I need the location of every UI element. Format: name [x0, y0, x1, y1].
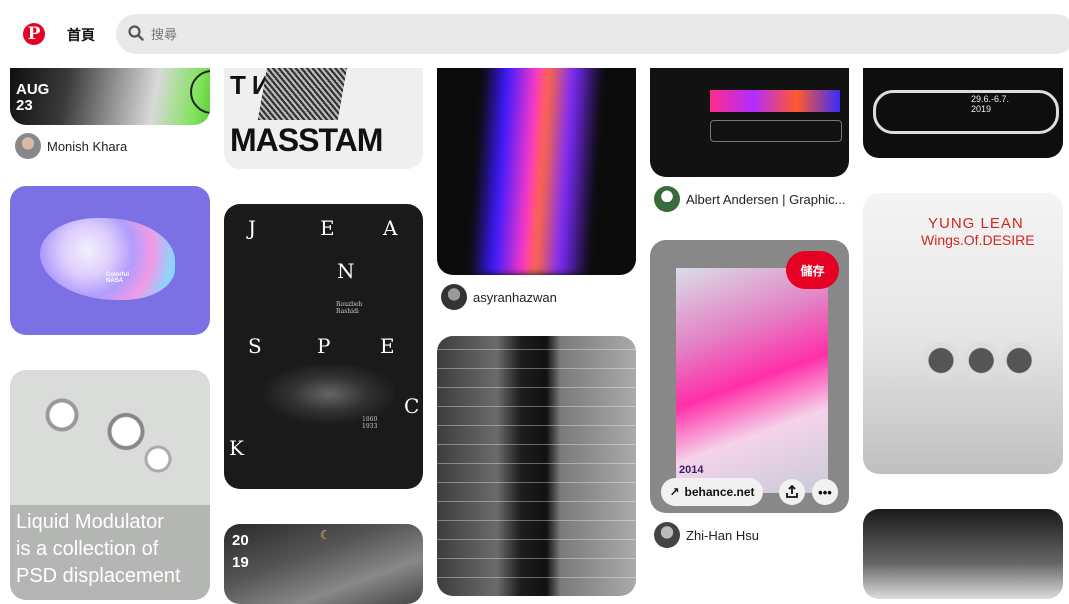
glass-bubbles — [30, 382, 190, 492]
search-input[interactable] — [149, 24, 753, 46]
avatar — [654, 522, 680, 548]
pin-yung-lean-title1: YUNG LEAN — [928, 215, 1024, 232]
pin-abppw-year: 2014 — [679, 464, 704, 476]
pin-yung-lean[interactable]: YUNG LEAN Wings.Of.DESIRE — [863, 193, 1063, 474]
avatar — [15, 133, 41, 159]
jeanspeck-letter: S — [248, 334, 262, 358]
pin-jeanspeck[interactable]: J E A N S P E C K Rouzbeh Rashidi 1860 1… — [224, 204, 423, 489]
pinterest-logo-icon[interactable]: P — [23, 23, 45, 45]
poster-sheet — [676, 268, 828, 493]
pin-aug-text: AUG 23 — [16, 81, 50, 114]
bubble-shape — [190, 70, 210, 114]
pin-yung-lean-title2: Wings.Of.DESIRE — [921, 232, 1035, 248]
jeanspeck-letter: K — [229, 436, 244, 460]
jeanspeck-letter: P — [317, 334, 331, 358]
author-name: Zhi-Han Hsu — [686, 527, 759, 543]
pin-neon-type[interactable] — [437, 40, 636, 275]
chrome-wave-shape — [873, 90, 1059, 134]
jeanspeck-letter: J — [248, 216, 257, 240]
chrome-lettering — [710, 120, 842, 142]
pin-credit[interactable]: Monish Khara — [15, 131, 127, 161]
pin-credit[interactable]: Albert Andersen | Graphic... — [654, 184, 845, 214]
jeanspeck-letter: N — [337, 259, 355, 283]
source-link-button[interactable]: ↗ behance.net — [661, 478, 763, 506]
pin-liquid-modulator[interactable]: Liquid Modulator is a collection of PSD … — [10, 370, 210, 600]
arrow-up-right-icon: ↗ — [669, 485, 680, 499]
pin-bw-abstract[interactable] — [437, 336, 636, 596]
holographic-blob — [40, 218, 175, 300]
pin-dark-bottom[interactable] — [863, 509, 1063, 599]
jeanspeck-names: Rouzbeh Rashidi — [336, 301, 363, 315]
scribble-lines — [437, 336, 636, 596]
pin-colorful-label: Colorful NASA — [106, 272, 129, 284]
search-icon — [128, 25, 144, 41]
pin-glass-text-3: PSD displacement — [16, 565, 181, 587]
pin-masstam-title: MASSTAM — [230, 122, 383, 158]
avatar — [441, 284, 467, 310]
pin-glass-text-1: Liquid Modulator — [16, 511, 164, 533]
ellipsis-icon: ••• — [818, 484, 832, 500]
author-name: asyranhazwan — [473, 289, 557, 305]
more-options-button[interactable]: ••• — [812, 479, 838, 505]
pin-colorful-nasa[interactable]: Colorful NASA — [10, 186, 210, 335]
author-name: Albert Andersen | Graphic... — [686, 191, 846, 207]
jeanspeck-letter: E — [380, 334, 395, 358]
jeanspeck-letter: A — [383, 216, 398, 240]
author-name: Monish Khara — [47, 138, 128, 154]
moon-icon: ☾ — [320, 528, 331, 542]
jeanspeck-letter: E — [320, 216, 335, 240]
pin-night-year: 20 19 — [232, 532, 249, 571]
neon-streak — [468, 40, 606, 275]
smoke-texture — [264, 364, 394, 424]
share-icon — [786, 485, 798, 498]
search-bar[interactable] — [116, 14, 1069, 54]
share-button[interactable] — [779, 479, 805, 505]
gradient-band — [710, 90, 840, 112]
jeanspeck-letter: C — [404, 394, 420, 418]
save-button[interactable]: 儲存 — [786, 251, 839, 289]
pin-credit[interactable]: Zhi-Han Hsu — [654, 520, 759, 550]
home-link[interactable]: 首頁 — [67, 25, 95, 45]
pin-glass-text-2: is a collection of — [16, 538, 159, 560]
top-bar: P 首頁 — [0, 0, 1069, 68]
pin-night-illustration[interactable]: 20 19 ☾ — [224, 524, 423, 604]
avatar — [654, 186, 680, 212]
pin-wave-dates: 29.6.-6.7. 2019 — [971, 94, 1010, 114]
washing-machines — [918, 338, 1033, 383]
pin-credit[interactable]: asyranhazwan — [441, 282, 557, 312]
source-link-label: behance.net — [684, 485, 755, 499]
